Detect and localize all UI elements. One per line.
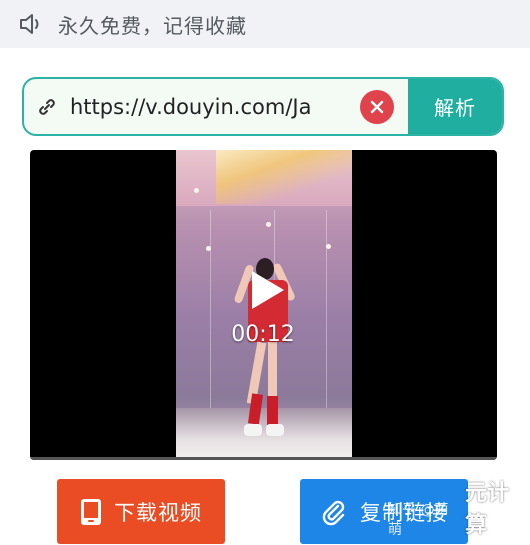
url-input-bar: 解析 [22, 77, 504, 136]
video-player[interactable]: 00:12 [30, 150, 497, 460]
notice-text: 永久免费，记得收藏 [58, 13, 247, 38]
close-icon[interactable] [360, 89, 394, 124]
parse-button[interactable]: 解析 [408, 79, 502, 134]
link-icon [24, 79, 70, 134]
progress-bar [30, 457, 497, 460]
url-input[interactable] [70, 79, 346, 134]
video-duration: 00:12 [231, 322, 295, 347]
watermark: 知乎 @萌萌 元计算 [388, 481, 530, 545]
download-video-label: 下载视频 [114, 500, 202, 525]
paperclip-icon [320, 498, 348, 526]
clear-button[interactable] [346, 79, 408, 134]
tablet-icon [80, 498, 102, 526]
play-icon[interactable] [244, 268, 288, 312]
watermark-small: 知乎 @萌萌 [388, 502, 449, 538]
notice-bar: 永久免费，记得收藏 [0, 0, 530, 48]
download-video-button[interactable]: 下载视频 [57, 479, 225, 544]
watermark-big: 元计算 [465, 481, 510, 538]
speaker-icon [18, 11, 44, 37]
